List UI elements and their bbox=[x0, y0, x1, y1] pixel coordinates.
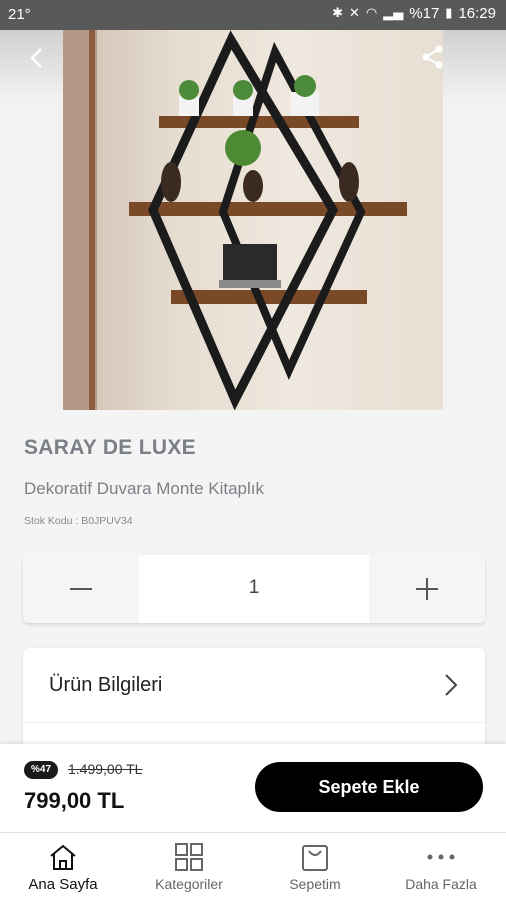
bottom-navigation: Ana Sayfa Kategoriler Sepetim Daha Fazla bbox=[0, 832, 506, 901]
product-image-area bbox=[0, 30, 506, 410]
tab-more[interactable]: Daha Fazla bbox=[378, 833, 504, 901]
wifi-icon: ◠ bbox=[365, 6, 378, 21]
tab-home-label: Ana Sayfa bbox=[28, 876, 98, 893]
quantity-stepper: 1 bbox=[23, 555, 485, 623]
tab-home[interactable]: Ana Sayfa bbox=[0, 833, 126, 901]
share-button[interactable] bbox=[418, 42, 448, 72]
current-price: 799,00 TL bbox=[24, 788, 125, 813]
quantity-value: 1 bbox=[248, 577, 260, 598]
decrease-quantity-button[interactable] bbox=[23, 555, 139, 623]
increase-quantity-button[interactable] bbox=[369, 555, 485, 623]
product-info-row[interactable]: Ürün Bilgileri bbox=[23, 648, 485, 723]
tab-categories-label: Kategoriler bbox=[155, 876, 223, 892]
old-price: 1.499,00 TL bbox=[68, 761, 143, 777]
status-bar: 21° ✱ ✕ ◠ ▂▄ %17 ▮ 16:29 bbox=[0, 0, 506, 30]
battery-percent: %17 bbox=[409, 5, 440, 22]
chevron-left-icon bbox=[30, 48, 42, 68]
stock-code: Stok Kodu : B0JPUV34 bbox=[24, 515, 133, 527]
tab-categories[interactable]: Kategoriler bbox=[126, 833, 252, 901]
minus-icon bbox=[70, 588, 92, 590]
signal-icon: ▂▄ bbox=[383, 6, 404, 21]
discount-badge: %47 bbox=[24, 761, 59, 779]
temperature: 21° bbox=[8, 6, 31, 23]
tab-cart[interactable]: Sepetim bbox=[252, 833, 378, 901]
tab-cart-label: Sepetim bbox=[289, 876, 341, 892]
product-name: Dekoratif Duvara Monte Kitaplık bbox=[24, 479, 264, 498]
cart-icon bbox=[302, 845, 328, 871]
price-bar: %47 1.499,00 TL 799,00 TL Sepete Ekle bbox=[0, 744, 506, 832]
share-icon bbox=[422, 45, 443, 69]
bluetooth-icon: ✱ bbox=[332, 6, 344, 21]
product-brand: SARAY DE LUXE bbox=[24, 436, 196, 459]
battery-icon: ▮ bbox=[445, 6, 453, 21]
product-image[interactable] bbox=[63, 30, 443, 410]
tab-more-label: Daha Fazla bbox=[405, 876, 477, 892]
mute-icon: ✕ bbox=[349, 6, 360, 21]
add-to-cart-button[interactable]: Sepete Ekle bbox=[255, 762, 483, 812]
clock: 16:29 bbox=[458, 5, 496, 22]
product-info-label: Ürün Bilgileri bbox=[49, 674, 163, 696]
chevron-right-icon bbox=[445, 674, 458, 696]
back-button[interactable] bbox=[20, 40, 56, 76]
more-icon bbox=[427, 854, 455, 860]
grid-icon bbox=[175, 843, 203, 871]
home-icon bbox=[50, 844, 76, 870]
